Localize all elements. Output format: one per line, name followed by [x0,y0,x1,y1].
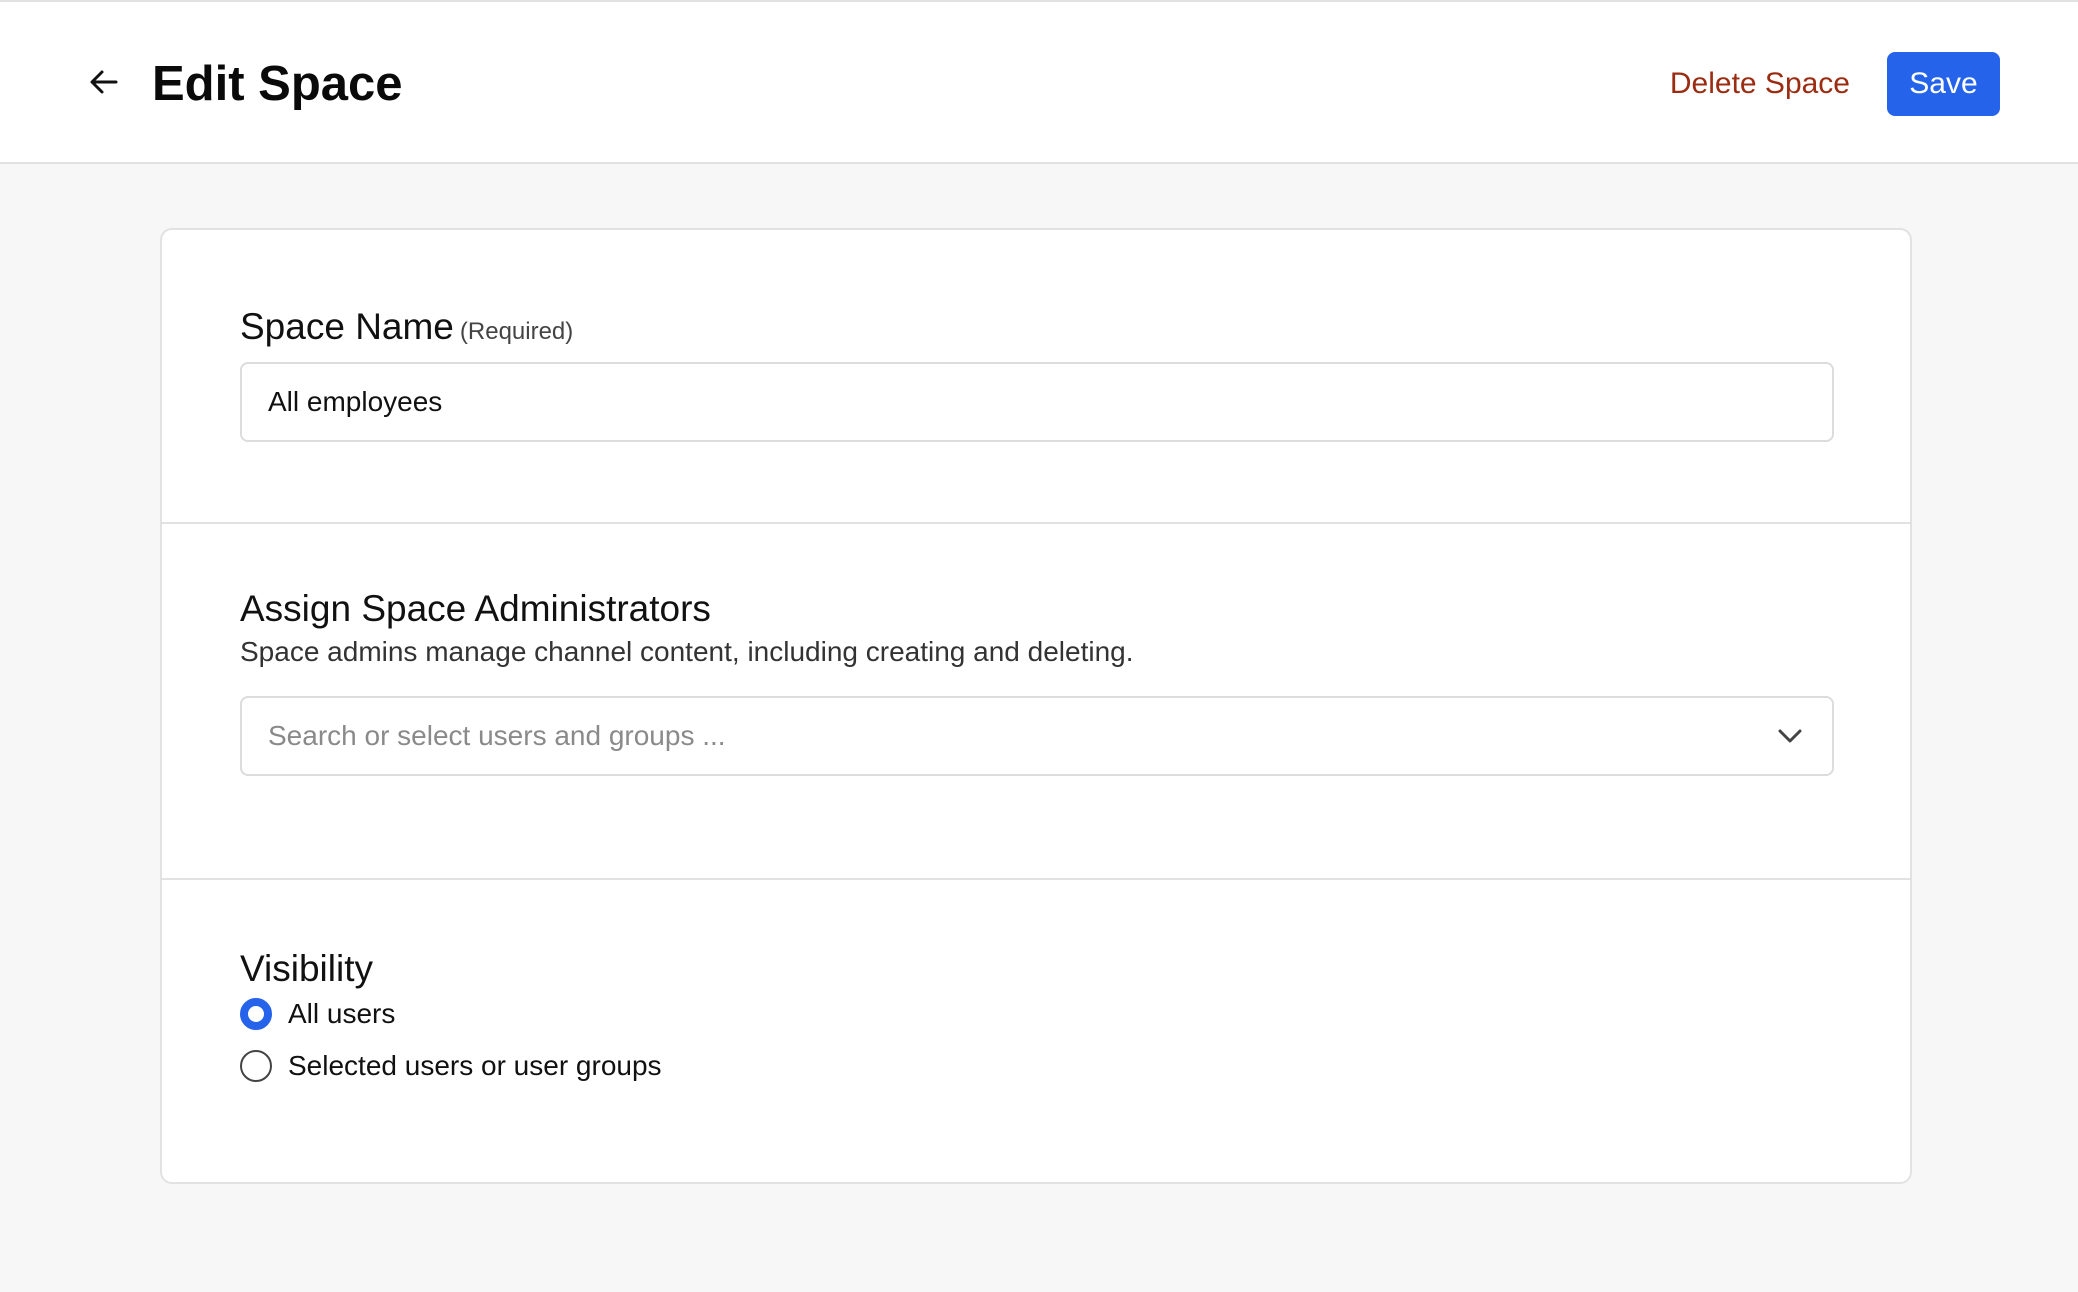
space-name-label: Space Name (Required) [240,304,573,355]
top-bar: Edit Space Delete Space Save [0,0,2078,164]
delete-space-button[interactable]: Delete Space [1670,62,1850,106]
admins-label: Assign Space Administrators [240,588,711,629]
chevron-down-icon[interactable] [1776,722,1804,750]
page-title: Edit Space [152,57,403,111]
required-hint: (Required) [459,318,574,345]
space-name-input[interactable] [240,362,1834,442]
back-button[interactable] [82,60,126,104]
radio-checked-icon[interactable] [240,998,272,1030]
save-button[interactable]: Save [1887,52,2000,116]
visibility-label: Visibility [240,948,373,989]
space-name-section: Space Name (Required) [162,230,1910,524]
space-name-label-text: Space Name [240,306,454,347]
radio-label: Selected users or user groups [288,1050,662,1081]
visibility-option-selected-users[interactable]: Selected users or user groups [240,1048,662,1084]
admins-description: Space admins manage channel content, inc… [240,636,1134,667]
admins-search-input[interactable] [240,696,1834,776]
visibility-option-all-users[interactable]: All users [240,996,395,1032]
edit-space-card: Space Name(Required) Assign Space Admini… [160,228,1912,1184]
radio-unchecked-icon[interactable] [240,1050,272,1082]
admins-section: Assign Space Administrators Space admins… [162,524,1910,880]
visibility-section: Visibility All users Selected users or u… [162,880,1910,1182]
radio-label: All users [288,998,396,1029]
admins-select[interactable] [240,696,1834,776]
arrow-left-icon [90,70,118,94]
